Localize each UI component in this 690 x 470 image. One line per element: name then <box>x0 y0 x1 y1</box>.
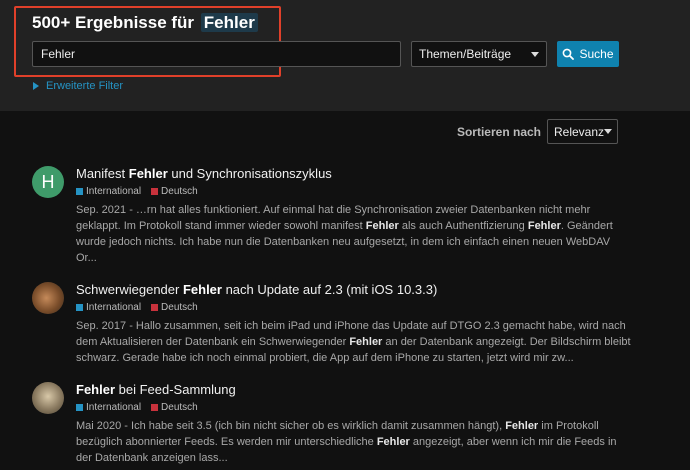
sort-select-value: Relevanz <box>554 124 605 139</box>
excerpt-highlight: Fehler <box>365 220 399 232</box>
tag-international[interactable]: International <box>76 186 141 197</box>
excerpt-highlight: Fehler <box>349 336 383 348</box>
tag-color-square <box>151 304 159 311</box>
chevron-down-icon <box>531 51 539 57</box>
tag-deutsch[interactable]: Deutsch <box>151 402 198 413</box>
tag-deutsch[interactable]: Deutsch <box>151 186 198 197</box>
result-excerpt: Mai 2020 - Ich habe seit 3.5 (ich bin ni… <box>76 418 632 466</box>
excerpt-text: Mai 2020 - Ich habe seit 3.5 (ich bin ni… <box>76 420 506 432</box>
result-title-text: Schwerwiegender <box>76 282 183 297</box>
search-icon <box>563 48 575 60</box>
tag-label: International <box>86 302 142 313</box>
tag-color-square <box>76 188 83 195</box>
sort-label: Sortieren nach <box>456 124 541 139</box>
result-title-highlight: Fehler <box>128 166 168 181</box>
avatar[interactable]: H <box>32 166 64 198</box>
tag-color-square <box>76 404 83 411</box>
caret-right-icon <box>33 82 39 90</box>
result-title-link[interactable]: Schwerwiegender Fehler nach Update auf 2… <box>76 282 632 297</box>
result-title-text: nach Update auf 2.3 (mit iOS 10.3.3) <box>221 282 438 297</box>
search-input[interactable] <box>32 41 401 67</box>
advanced-filter-label: Erweiterte Filter <box>46 80 124 92</box>
tag-label: Deutsch <box>161 402 198 413</box>
search-header: 500+ Ergebnisse für Fehler Themen/Beiträ… <box>0 0 690 111</box>
tag-label: International <box>86 402 142 413</box>
sort-select[interactable]: Relevanz <box>547 119 618 144</box>
avatar[interactable] <box>32 382 64 414</box>
search-button[interactable]: Suche <box>557 41 619 67</box>
chevron-down-icon <box>604 129 613 134</box>
tag-color-square <box>76 304 83 311</box>
result-tags: International Deutsch <box>76 402 632 413</box>
tag-international[interactable]: International <box>76 402 141 413</box>
tag-deutsch[interactable]: Deutsch <box>151 302 198 313</box>
result-tags: International Deutsch <box>76 302 632 313</box>
sort-controls: Sortieren nach Relevanz <box>457 119 618 144</box>
search-button-label: Suche <box>579 47 614 61</box>
tag-label: International <box>86 186 142 197</box>
tag-international[interactable]: International <box>76 302 141 313</box>
excerpt-highlight: Fehler <box>376 436 410 448</box>
result-title-highlight: Fehler <box>182 282 222 297</box>
result-title-link[interactable]: Fehler bei Feed-Sammlung <box>76 382 632 397</box>
excerpt-highlight: Fehler <box>527 220 561 232</box>
result-excerpt: Sep. 2021 - …rn hat alles funktioniert. … <box>76 202 632 266</box>
result-title-highlight: Fehler <box>76 382 116 397</box>
advanced-filter-toggle[interactable]: Erweiterte Filter <box>33 80 123 92</box>
avatar-letter: H <box>41 171 55 192</box>
result-title-text: Manifest <box>76 166 129 181</box>
tag-label: Deutsch <box>161 302 198 313</box>
result-title-text: und Synchronisationszyklus <box>167 166 332 181</box>
result-title-link[interactable]: Manifest Fehler und Synchronisationszykl… <box>76 166 632 181</box>
tag-color-square <box>151 404 159 411</box>
type-select[interactable]: Themen/Beiträge <box>411 41 547 67</box>
tag-color-square <box>151 188 159 195</box>
result-title-text: bei Feed-Sammlung <box>115 382 236 397</box>
excerpt-highlight: Fehler <box>505 420 539 432</box>
type-select-value: Themen/Beiträge <box>419 47 512 61</box>
result-excerpt: Sep. 2017 - Hallo zusammen, seit ich bei… <box>76 318 632 366</box>
excerpt-text: als auch Authentfizierung <box>398 220 528 232</box>
tag-label: Deutsch <box>161 186 198 197</box>
avatar[interactable] <box>32 282 64 314</box>
result-tags: International Deutsch <box>76 186 632 197</box>
